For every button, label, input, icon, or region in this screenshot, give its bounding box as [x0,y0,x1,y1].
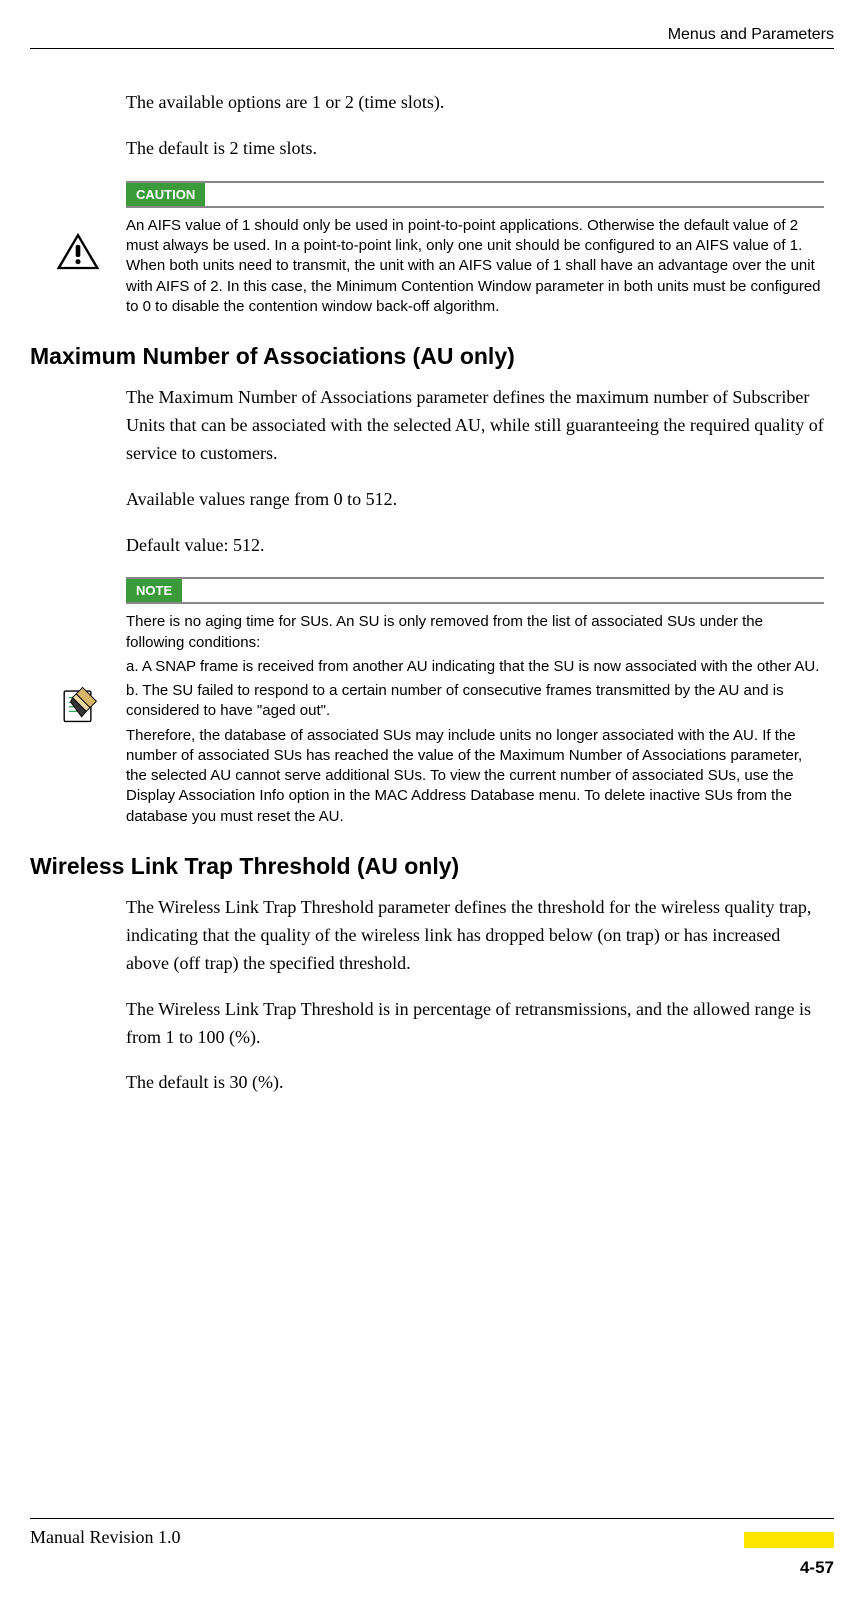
intro-p2: The default is 2 time slots. [30,135,834,163]
section-heading-wireless-trap: Wireless Link Trap Threshold (AU only) [30,853,834,880]
intro-p1: The available options are 1 or 2 (time s… [30,89,834,117]
caution-tag-row: CAUTION [126,181,824,208]
section1-p3: Default value: 512. [30,532,834,560]
note-p4: Therefore, the database of associated SU… [126,726,824,827]
section1-p1: The Maximum Number of Associations param… [30,384,834,468]
page-header-rule: Menus and Parameters [30,26,834,49]
page-header-title: Menus and Parameters [668,26,834,44]
section2-p2: The Wireless Link Trap Threshold is in p… [30,996,834,1052]
footer-yellow-bar [744,1532,834,1548]
section1-p2: Available values range from 0 to 512. [30,486,834,514]
section2-p1: The Wireless Link Trap Threshold paramet… [30,894,834,978]
note-text-column: NOTE There is no aging time for SUs. An … [126,577,834,831]
caution-text: An AIFS value of 1 should only be used i… [126,216,824,317]
caution-triangle-icon [54,231,102,271]
note-p3: b. The SU failed to respond to a certain… [126,681,824,722]
footer-row-bottom: 4-57 [30,1558,834,1578]
note-p1: There is no aging time for SUs. An SU is… [126,612,824,653]
note-pencil-icon [55,681,101,727]
note-icon-column [30,577,126,831]
note-p2: a. A SNAP frame is received from another… [126,657,824,677]
note-tag-row: NOTE [126,577,824,604]
note-callout: NOTE There is no aging time for SUs. An … [30,577,834,831]
caution-label: CAUTION [126,183,205,206]
footer-row-top: Manual Revision 1.0 [30,1518,834,1548]
page-footer: Manual Revision 1.0 4-57 [30,1518,834,1578]
section-heading-max-associations: Maximum Number of Associations (AU only) [30,343,834,370]
caution-icon-column [30,181,126,321]
caution-callout: CAUTION An AIFS value of 1 should only b… [30,181,834,321]
note-label: NOTE [126,579,182,602]
document-page: Menus and Parameters The available optio… [0,0,864,1606]
footer-revision: Manual Revision 1.0 [30,1527,181,1548]
caution-text-column: CAUTION An AIFS value of 1 should only b… [126,181,834,321]
footer-page-number: 4-57 [800,1558,834,1578]
section2-p3: The default is 30 (%). [30,1069,834,1097]
caution-body: An AIFS value of 1 should only be used i… [126,216,824,317]
note-body: There is no aging time for SUs. An SU is… [126,612,824,827]
